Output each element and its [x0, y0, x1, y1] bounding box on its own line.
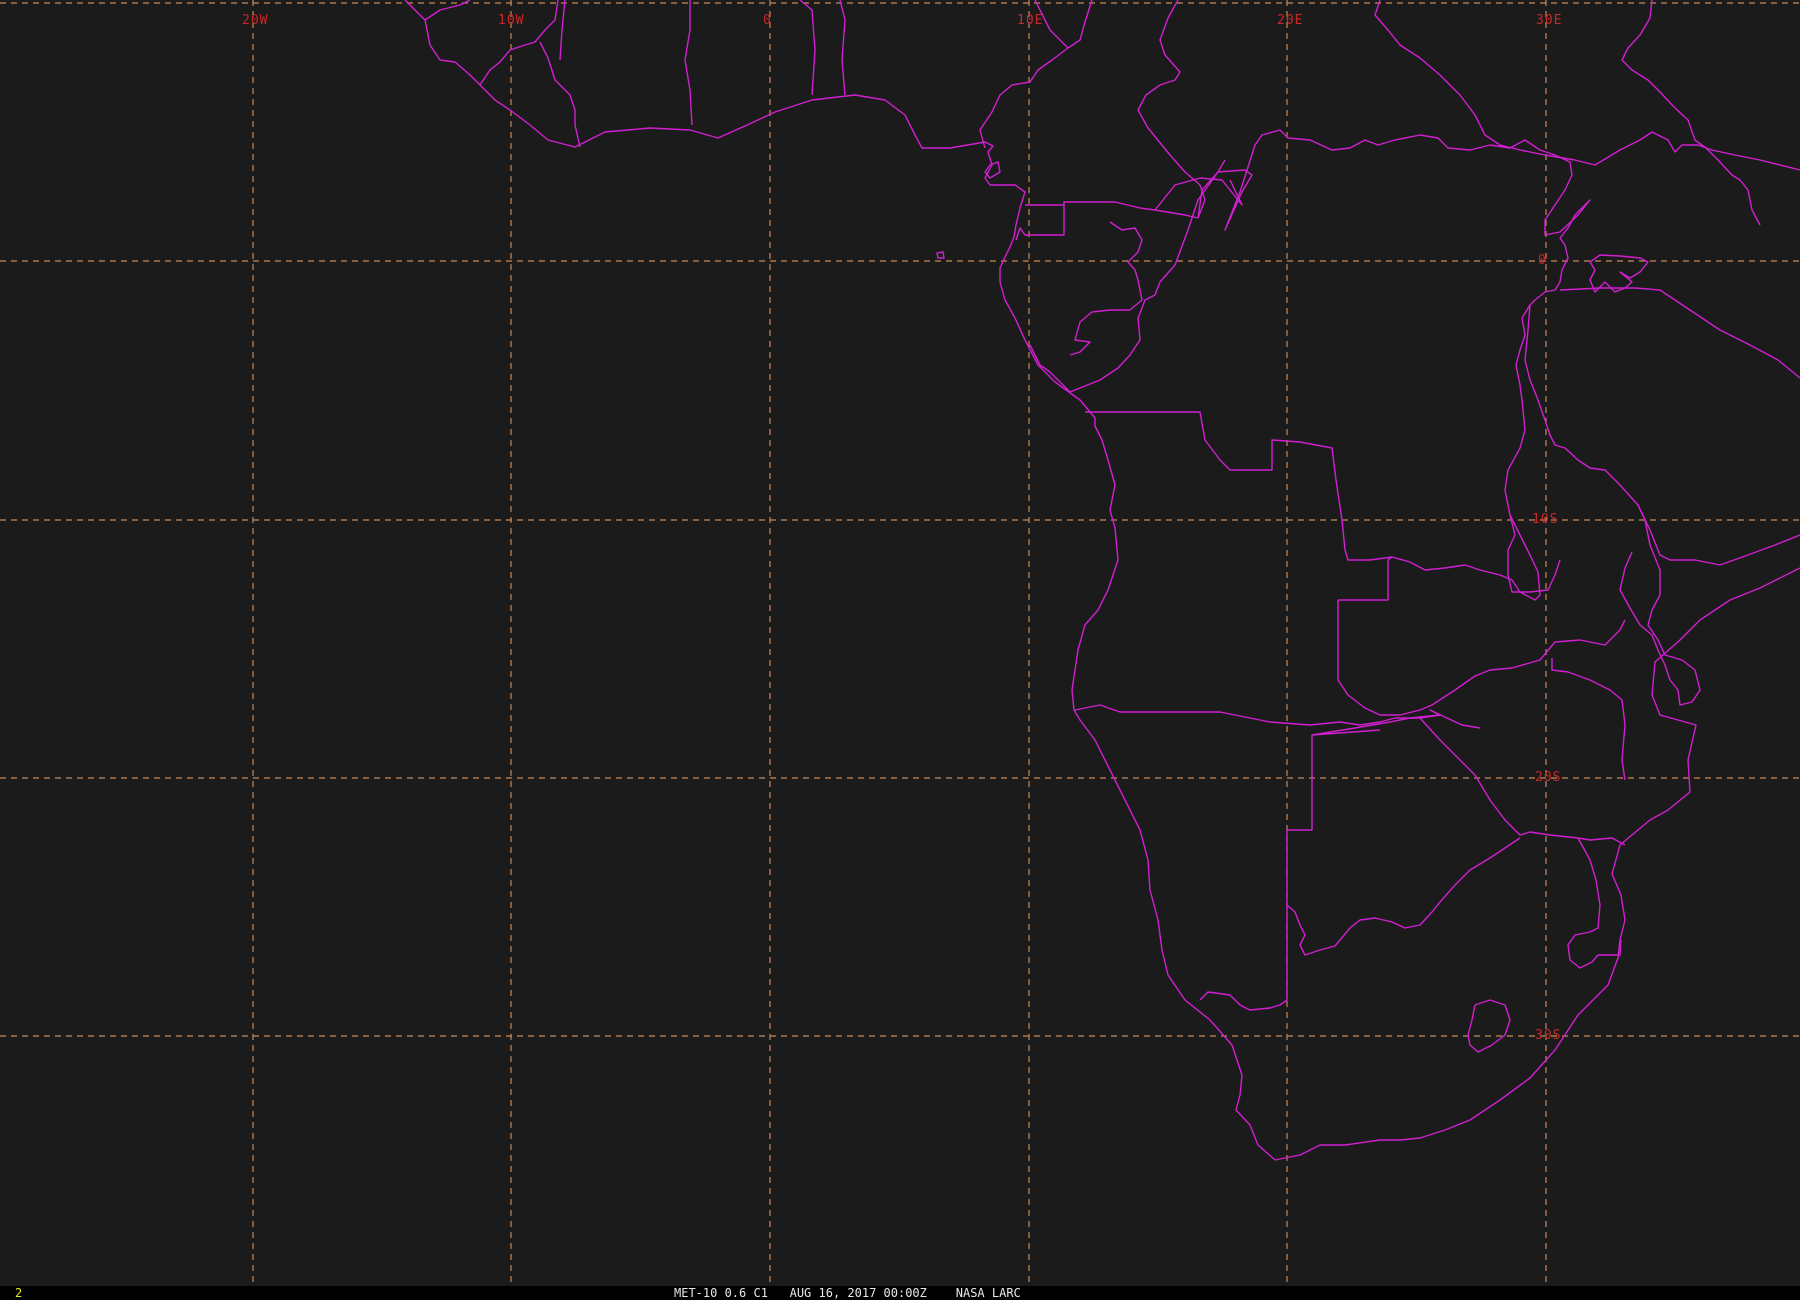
map-background	[0, 0, 1800, 1300]
lon-label-10e: 10E	[1017, 13, 1043, 28]
lon-label-0: 0	[763, 13, 772, 28]
satellite-map-view: 20W 10W 0 10E 20E 30E 0 10S 20S 30S 2 ME…	[0, 0, 1800, 1300]
lat-label-30s: 30S	[1535, 1028, 1561, 1043]
image-caption: MET-10 0.6 C1 AUG 16, 2017 00:00Z NASA L…	[674, 1286, 1021, 1300]
lat-label-10s: 10S	[1532, 512, 1558, 527]
lon-label-30e: 30E	[1536, 13, 1562, 28]
frame-number: 2	[15, 1286, 23, 1300]
status-bar: 2 MET-10 0.6 C1 AUG 16, 2017 00:00Z NASA…	[0, 1286, 1800, 1300]
lon-label-10w: 10W	[498, 13, 524, 28]
map-canvas: 20W 10W 0 10E 20E 30E 0 10S 20S 30S	[0, 0, 1800, 1300]
lon-label-20e: 20E	[1277, 13, 1303, 28]
lon-label-20w: 20W	[242, 13, 268, 28]
lat-label-20s: 20S	[1535, 770, 1561, 785]
lat-label-0: 0	[1538, 253, 1547, 268]
